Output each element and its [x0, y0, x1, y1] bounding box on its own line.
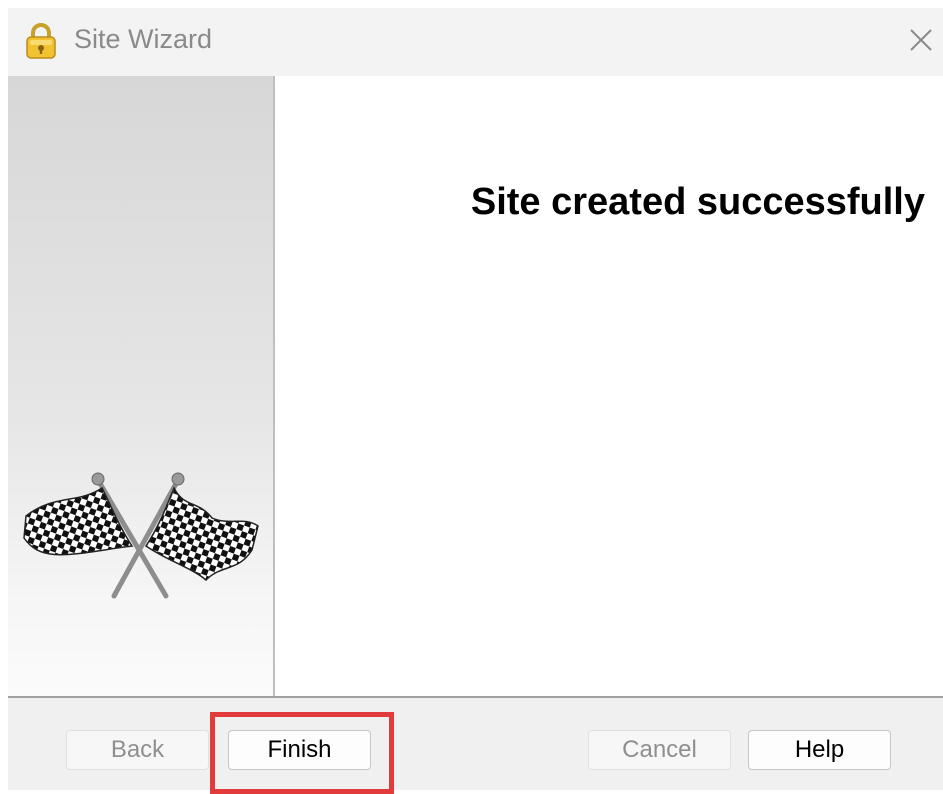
page-title: Site created successfully	[470, 181, 925, 223]
checkered-flags-icon	[16, 468, 261, 608]
finish-button[interactable]: Finish	[228, 730, 371, 770]
wizard-content: Site created successfully	[275, 76, 943, 696]
close-icon	[910, 29, 932, 51]
help-button[interactable]: Help	[748, 730, 891, 770]
back-button[interactable]: Back	[66, 730, 209, 770]
wizard-footer: Back Finish Cancel Help	[8, 698, 943, 794]
close-button[interactable]	[897, 16, 943, 66]
wizard-sidebar	[8, 76, 275, 696]
title-bar: Site Wizard	[8, 8, 943, 76]
lock-icon	[24, 22, 58, 60]
cancel-button[interactable]: Cancel	[588, 730, 731, 770]
site-wizard-window: Site Wizard Site created successfully Ba…	[8, 8, 943, 794]
window-title: Site Wizard	[74, 24, 213, 54]
